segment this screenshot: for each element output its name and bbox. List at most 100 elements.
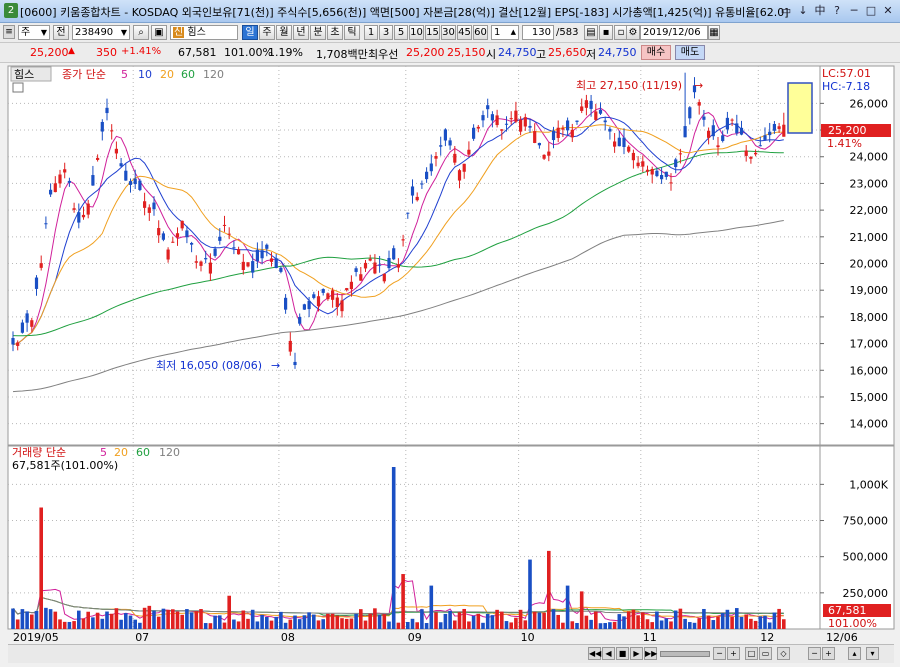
- volume-bar: [396, 622, 401, 629]
- minimize-icon[interactable]: ─: [846, 3, 862, 18]
- forecast-box[interactable]: [787, 82, 813, 134]
- scroll-first-icon[interactable]: ◀◀: [588, 647, 601, 660]
- volume-bar: [208, 623, 213, 629]
- date-input[interactable]: 2019/12/06: [640, 25, 708, 40]
- maximize-icon[interactable]: □: [863, 3, 879, 18]
- split-icon[interactable]: ▭: [759, 647, 772, 660]
- scroll-stop-icon[interactable]: ■: [616, 647, 629, 660]
- minus-icon[interactable]: ─: [808, 647, 821, 660]
- lock-button[interactable]: ▣: [151, 25, 167, 40]
- period-year[interactable]: 년: [293, 25, 309, 40]
- buy-button[interactable]: 매수: [641, 45, 671, 60]
- period-minute[interactable]: 분: [310, 25, 326, 40]
- candle-body: [636, 162, 640, 167]
- prev-button[interactable]: 전: [53, 25, 69, 40]
- interval-5[interactable]: 5: [394, 25, 408, 40]
- volume-bar: [138, 622, 142, 629]
- volume-bar: [11, 608, 15, 629]
- market-select[interactable]: 주 ▼: [18, 25, 50, 40]
- open-label: 시: [486, 48, 497, 61]
- volume-bar: [359, 609, 363, 629]
- save-button[interactable]: ▪: [599, 25, 613, 40]
- volume-bar: [641, 612, 645, 629]
- period-day[interactable]: 일: [242, 25, 258, 40]
- scroll-next-icon[interactable]: ▶: [630, 647, 643, 660]
- chart-type-button[interactable]: ▤: [584, 25, 598, 40]
- volume-percent-tag: 101.00%: [828, 617, 877, 630]
- panel-title: 힘스: [14, 68, 34, 81]
- grow-icon[interactable]: ▾: [866, 647, 879, 660]
- shrink-icon[interactable]: ▴: [848, 647, 861, 660]
- volume-bar: [293, 615, 297, 629]
- volume-bar: [514, 617, 518, 629]
- scroll-last-icon[interactable]: ▶▶: [644, 647, 657, 660]
- zoom-toggle-icon[interactable]: [12, 82, 24, 93]
- change-percent: +1.41%: [121, 46, 162, 57]
- candle-body: [190, 242, 194, 245]
- search-button[interactable]: ⌕: [133, 25, 149, 40]
- candle-body: [425, 171, 429, 180]
- volume-bar: [171, 609, 175, 629]
- volume-bar: [523, 620, 528, 629]
- close-icon[interactable]: ✕: [880, 3, 896, 18]
- volume-bar: [598, 623, 603, 629]
- volume-bar: [626, 611, 631, 629]
- interval-input[interactable]: 1 ▲: [491, 25, 519, 40]
- period-month[interactable]: 월: [276, 25, 292, 40]
- bar-count-input[interactable]: 130: [522, 25, 554, 40]
- restore-icon[interactable]: ▭: [778, 3, 794, 18]
- stock-code-input[interactable]: 238490 ▼: [72, 25, 130, 40]
- interval-10[interactable]: 10: [409, 25, 424, 40]
- volume-bar: [471, 615, 476, 629]
- zoom-in-icon[interactable]: +: [727, 647, 740, 660]
- interval-60[interactable]: 60: [473, 25, 488, 40]
- x-tick-label: 09: [408, 631, 422, 644]
- volume-bar: [453, 620, 457, 629]
- interval-1[interactable]: 1: [364, 25, 378, 40]
- zoom-out-icon[interactable]: ─: [713, 647, 726, 660]
- candle-body: [594, 111, 598, 120]
- volume-bar: [152, 610, 156, 629]
- volume-bar: [86, 611, 90, 629]
- candle-body: [288, 340, 292, 352]
- volume-bar: [260, 614, 264, 629]
- period-tick[interactable]: 틱: [344, 25, 360, 40]
- volume-bar: [44, 607, 48, 629]
- volume-bar: [532, 611, 537, 629]
- calendar-button[interactable]: ▦: [708, 25, 720, 40]
- interval-15[interactable]: 15: [425, 25, 440, 40]
- app-menu-icon[interactable]: ≡: [3, 25, 15, 39]
- volume-bar: [612, 621, 617, 629]
- pin-icon[interactable]: ↓: [795, 3, 811, 18]
- interval-45[interactable]: 45: [457, 25, 472, 40]
- volume-bar: [735, 608, 739, 629]
- candle-body: [739, 127, 744, 135]
- volume-bar: [490, 615, 495, 629]
- price-tick-label: 24,000: [850, 151, 889, 164]
- volume-bar: [744, 614, 748, 629]
- volume-bar: [683, 618, 687, 629]
- plus-icon[interactable]: +: [822, 647, 835, 660]
- settings-button[interactable]: ⚙: [626, 25, 640, 40]
- font-icon[interactable]: 中: [812, 3, 828, 18]
- volume-bar: [481, 622, 485, 629]
- interval-30[interactable]: 30: [441, 25, 456, 40]
- help-icon[interactable]: ?: [829, 3, 845, 18]
- volume-bar: [406, 621, 410, 629]
- period-second[interactable]: 초: [327, 25, 343, 40]
- price-tick-label: 16,000: [850, 364, 889, 377]
- fit-icon[interactable]: □: [745, 647, 758, 660]
- volume-bar: [782, 619, 786, 629]
- volume-bar: [655, 611, 659, 629]
- expand-icon[interactable]: ◇: [777, 647, 790, 660]
- period-week[interactable]: 주: [259, 25, 275, 40]
- sell-button[interactable]: 매도: [675, 45, 705, 60]
- chart-scrollbar[interactable]: ◀◀ ◀ ■ ▶ ▶▶ ─ + □ ▭ ◇ ─ + ▴ ▾: [8, 644, 894, 663]
- interval-3[interactable]: 3: [379, 25, 393, 40]
- volume-bar: [109, 613, 114, 629]
- scroll-track[interactable]: [660, 651, 710, 657]
- scroll-prev-icon[interactable]: ◀: [602, 647, 615, 660]
- candle-body: [683, 126, 687, 138]
- trade-amount: 1,708백만: [316, 48, 368, 61]
- x-tick-label: 2019/05: [13, 631, 59, 644]
